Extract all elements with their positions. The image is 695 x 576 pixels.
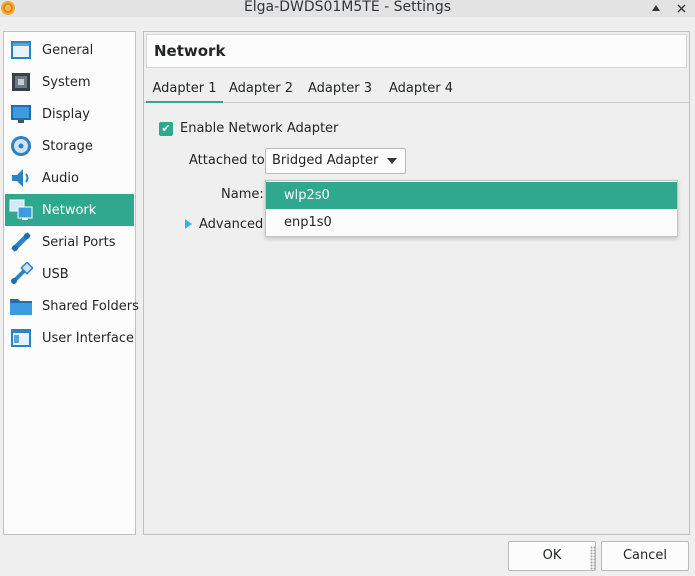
storage-icon xyxy=(9,134,33,158)
advanced-toggle[interactable]: Advanced xyxy=(199,217,263,232)
enable-adapter-checkbox[interactable]: ✔ xyxy=(159,122,173,136)
minimize-button[interactable] xyxy=(648,0,664,16)
sidebar-item-label: Audio xyxy=(42,170,79,186)
sidebar-item-label: General xyxy=(42,42,94,58)
tab-adapter-2[interactable]: Adapter 2 xyxy=(226,77,296,103)
system-icon xyxy=(9,70,33,94)
sidebar-item-label: Display xyxy=(42,106,90,122)
dropdown-option-enp1s0[interactable]: enp1s0 xyxy=(266,209,677,236)
settings-sidebar: General System Display Storage Audio Net… xyxy=(3,31,139,535)
tab-adapter-4[interactable]: Adapter 4 xyxy=(386,77,456,103)
attached-to-value: Bridged Adapter xyxy=(272,153,379,168)
sidebar-item-label: User Interface xyxy=(42,330,134,346)
sidebar-item-usb[interactable]: USB xyxy=(5,258,134,290)
sidebar-item-serial-ports[interactable]: Serial Ports xyxy=(5,226,134,258)
sidebar-item-display[interactable]: Display xyxy=(5,98,134,130)
enable-adapter-label[interactable]: Enable Network Adapter xyxy=(180,121,338,136)
audio-icon xyxy=(9,166,33,190)
sidebar-item-storage[interactable]: Storage xyxy=(5,130,134,162)
attached-to-select[interactable]: Bridged Adapter xyxy=(265,148,406,174)
tab-adapter-3[interactable]: Adapter 3 xyxy=(305,77,375,103)
sidebar-item-label: Storage xyxy=(42,138,93,154)
sidebar-item-label: System xyxy=(42,74,91,90)
attached-to-label: Attached to: xyxy=(189,153,270,168)
sidebar-item-user-interface[interactable]: User Interface xyxy=(5,322,134,354)
page-title: Network xyxy=(154,42,226,60)
name-dropdown-list: wlp2s0 enp1s0 xyxy=(265,180,678,237)
usb-icon xyxy=(9,261,34,286)
folder-icon xyxy=(9,294,33,318)
resize-grip[interactable] xyxy=(590,546,596,570)
close-button[interactable] xyxy=(673,0,689,16)
sidebar-item-label: USB xyxy=(42,266,69,282)
network-icon xyxy=(9,198,33,222)
expand-arrow-icon[interactable] xyxy=(185,219,192,229)
sidebar-item-network[interactable]: Network xyxy=(5,194,134,226)
sidebar-item-system[interactable]: System xyxy=(5,66,134,98)
chevron-up-icon xyxy=(652,5,660,11)
page-header: Network xyxy=(146,34,687,68)
sidebar-item-label: Serial Ports xyxy=(42,234,116,250)
close-icon xyxy=(677,4,685,12)
cancel-button[interactable]: Cancel xyxy=(601,541,689,571)
serial-ports-icon xyxy=(9,230,33,254)
general-icon xyxy=(9,38,33,62)
sidebar-item-shared-folders[interactable]: Shared Folders xyxy=(5,290,139,322)
chevron-down-icon xyxy=(387,158,397,164)
sidebar-item-label: Shared Folders xyxy=(42,298,139,314)
settings-content: Network Adapter 1 Adapter 2 Adapter 3 Ad… xyxy=(143,31,690,535)
user-interface-icon xyxy=(9,326,33,350)
sidebar-item-audio[interactable]: Audio xyxy=(5,162,134,194)
display-icon xyxy=(9,102,33,126)
tab-adapter-1[interactable]: Adapter 1 xyxy=(146,77,223,103)
sidebar-item-label: Network xyxy=(42,202,97,218)
window-title: Elga-DWDS01M5TE - Settings xyxy=(243,0,452,15)
ok-button[interactable]: OK xyxy=(508,541,596,571)
sidebar-item-general[interactable]: General xyxy=(5,34,134,66)
dropdown-option-wlp2s0[interactable]: wlp2s0 xyxy=(266,182,677,209)
adapter-tabs: Adapter 1 Adapter 2 Adapter 3 Adapter 4 xyxy=(144,77,689,103)
name-label: Name: xyxy=(221,187,264,202)
title-bar: Elga-DWDS01M5TE - Settings xyxy=(0,0,695,17)
